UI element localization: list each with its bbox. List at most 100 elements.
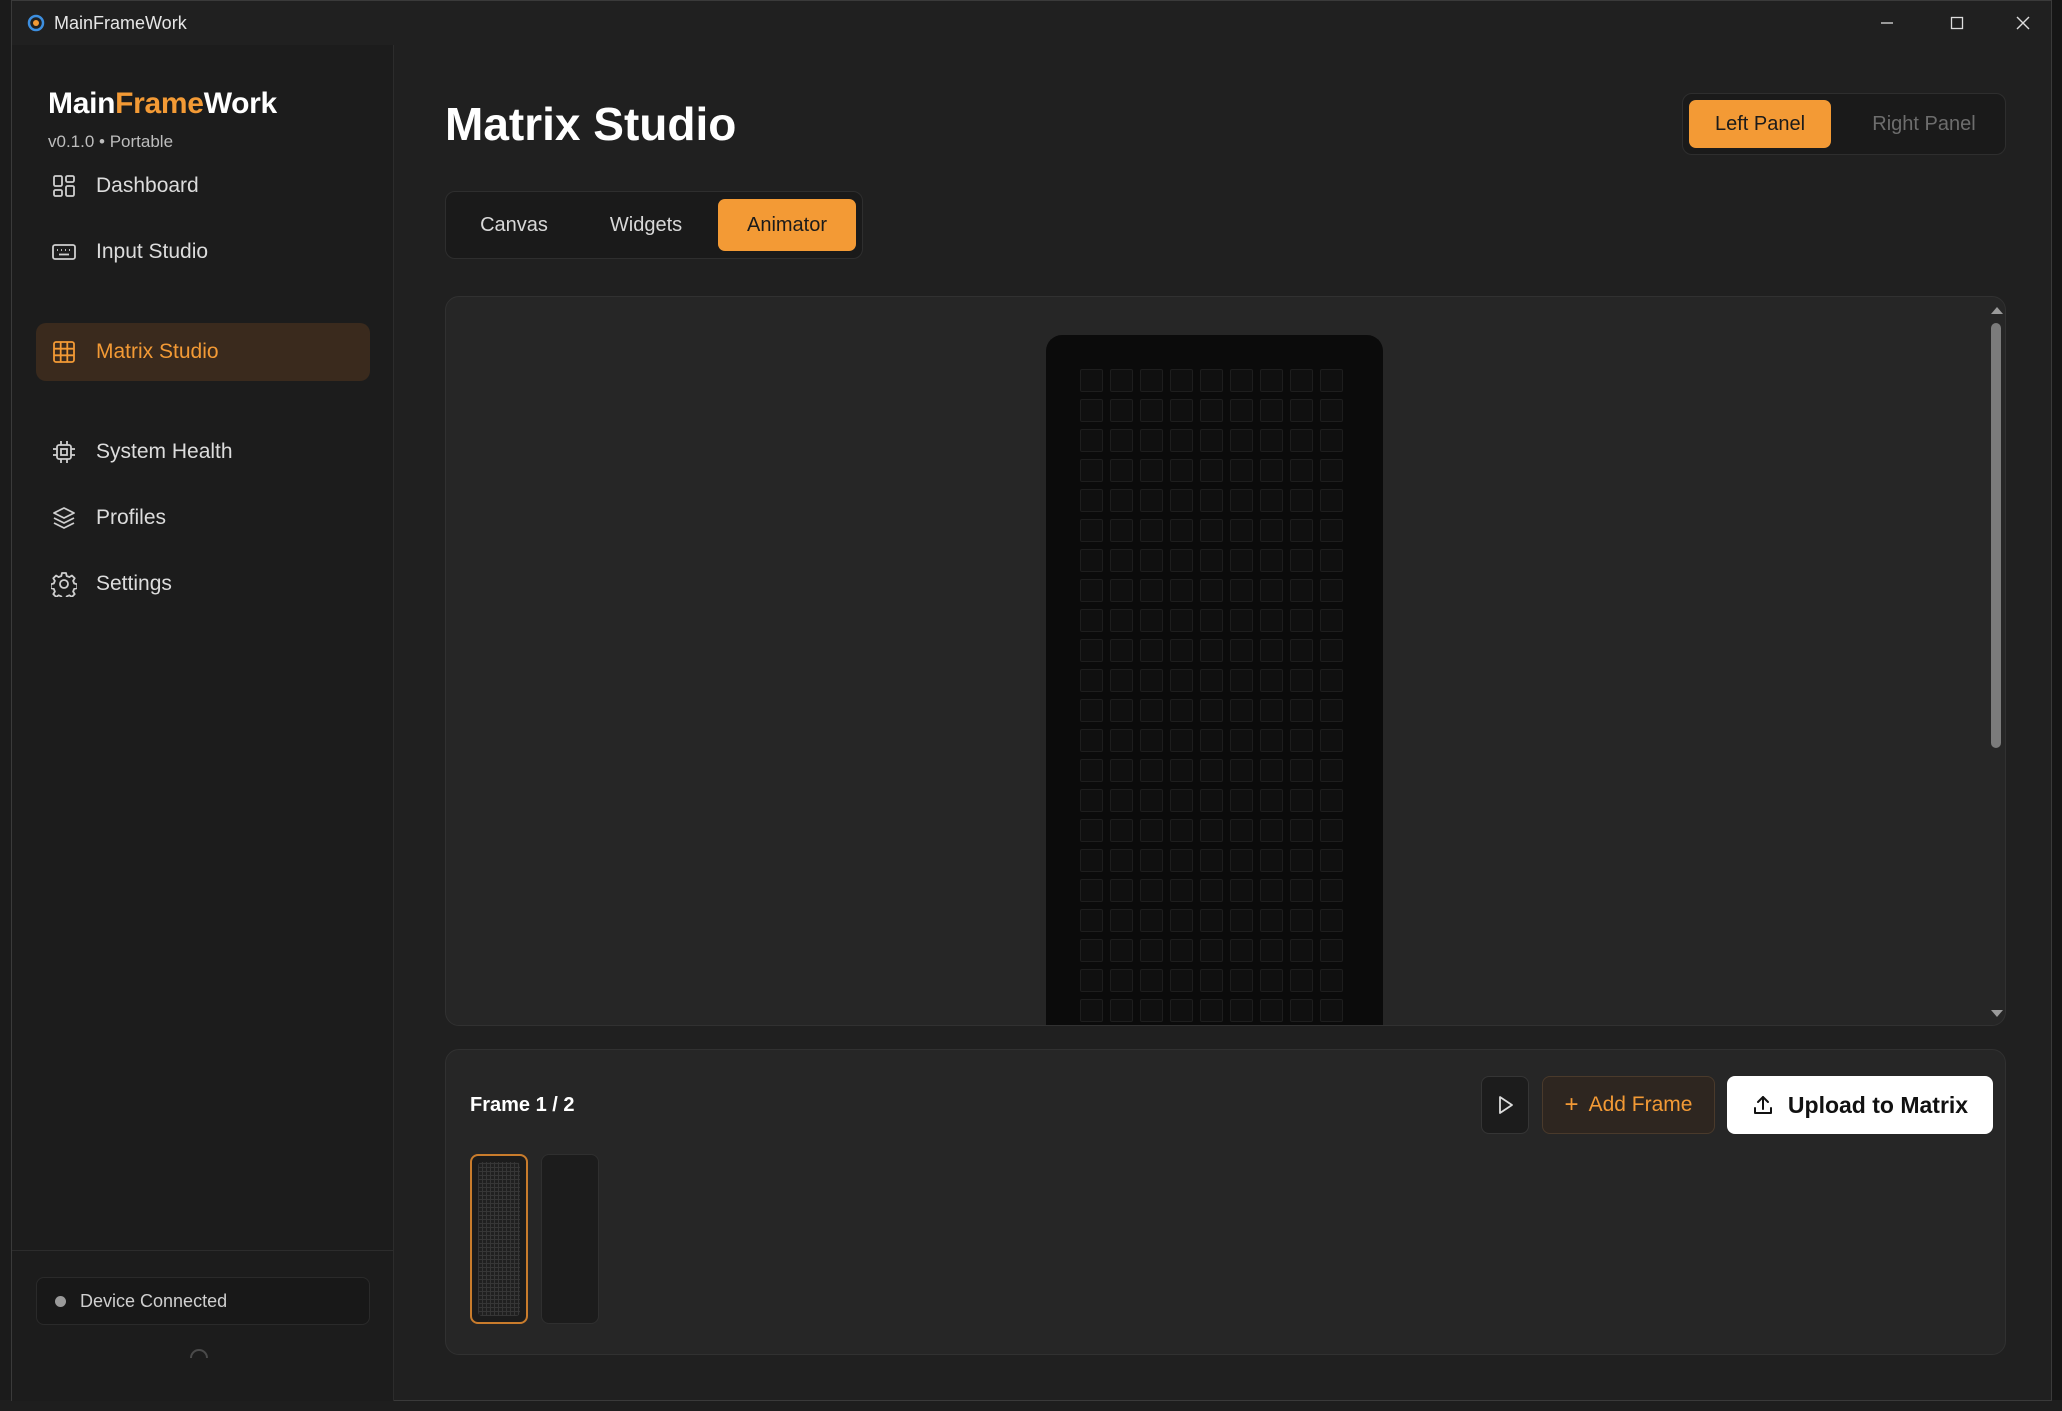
matrix-cell[interactable]	[1230, 969, 1253, 992]
matrix-cell[interactable]	[1170, 729, 1193, 752]
matrix-cell[interactable]	[1170, 849, 1193, 872]
matrix-cell[interactable]	[1320, 429, 1343, 452]
matrix-cell[interactable]	[1260, 399, 1283, 422]
matrix-cell[interactable]	[1140, 639, 1163, 662]
sidebar-item-input-studio[interactable]: Input Studio	[36, 223, 370, 281]
matrix-cell[interactable]	[1320, 999, 1343, 1022]
matrix-cell[interactable]	[1260, 549, 1283, 572]
matrix-cell[interactable]	[1140, 969, 1163, 992]
left-panel-button[interactable]: Left Panel	[1689, 100, 1831, 148]
matrix-cell[interactable]	[1260, 999, 1283, 1022]
matrix-cell[interactable]	[1290, 639, 1313, 662]
upload-to-matrix-button[interactable]: Upload to Matrix	[1727, 1076, 1993, 1134]
matrix-cell[interactable]	[1170, 519, 1193, 542]
matrix-cell[interactable]	[1230, 849, 1253, 872]
matrix-cell[interactable]	[1290, 789, 1313, 812]
matrix-cell[interactable]	[1230, 519, 1253, 542]
matrix-cell[interactable]	[1140, 759, 1163, 782]
matrix-cell[interactable]	[1290, 369, 1313, 392]
matrix-cell[interactable]	[1170, 759, 1193, 782]
matrix-cell[interactable]	[1140, 579, 1163, 602]
matrix-cell[interactable]	[1260, 849, 1283, 872]
matrix-cell[interactable]	[1290, 819, 1313, 842]
matrix-cell[interactable]	[1080, 369, 1103, 392]
matrix-cell[interactable]	[1290, 519, 1313, 542]
matrix-cell[interactable]	[1260, 369, 1283, 392]
matrix-cell[interactable]	[1320, 609, 1343, 632]
matrix-cell[interactable]	[1260, 489, 1283, 512]
matrix-cell[interactable]	[1290, 699, 1313, 722]
matrix-cell[interactable]	[1110, 459, 1133, 482]
scroll-down-arrow-icon[interactable]	[1989, 1007, 2005, 1021]
matrix-cell[interactable]	[1230, 489, 1253, 512]
matrix-cell[interactable]	[1200, 369, 1223, 392]
matrix-cell[interactable]	[1110, 369, 1133, 392]
matrix-cell[interactable]	[1140, 699, 1163, 722]
matrix-cell[interactable]	[1140, 789, 1163, 812]
matrix-cell[interactable]	[1320, 939, 1343, 962]
matrix-cell[interactable]	[1200, 519, 1223, 542]
sidebar-item-system-health[interactable]: System Health	[36, 423, 370, 481]
matrix-cell[interactable]	[1230, 819, 1253, 842]
matrix-cell[interactable]	[1320, 789, 1343, 812]
matrix-cell[interactable]	[1170, 999, 1193, 1022]
matrix-cell[interactable]	[1200, 549, 1223, 572]
matrix-cell[interactable]	[1110, 759, 1133, 782]
matrix-cell[interactable]	[1200, 489, 1223, 512]
matrix-cell[interactable]	[1320, 729, 1343, 752]
matrix-cell[interactable]	[1200, 879, 1223, 902]
matrix-cell[interactable]	[1260, 819, 1283, 842]
matrix-cell[interactable]	[1230, 399, 1253, 422]
matrix-cell[interactable]	[1290, 669, 1313, 692]
scroll-up-arrow-icon[interactable]	[1989, 303, 2005, 317]
matrix-cell[interactable]	[1230, 939, 1253, 962]
matrix-cell[interactable]	[1110, 879, 1133, 902]
matrix-cell[interactable]	[1170, 819, 1193, 842]
matrix-cell[interactable]	[1260, 459, 1283, 482]
matrix-cell[interactable]	[1260, 699, 1283, 722]
matrix-cell[interactable]	[1080, 969, 1103, 992]
matrix-cell[interactable]	[1290, 609, 1313, 632]
matrix-cell[interactable]	[1320, 969, 1343, 992]
matrix-cell[interactable]	[1260, 639, 1283, 662]
frame-thumbnail-2[interactable]	[541, 1154, 599, 1324]
matrix-cell[interactable]	[1170, 789, 1193, 812]
matrix-cell[interactable]	[1290, 549, 1313, 572]
matrix-cell[interactable]	[1080, 519, 1103, 542]
matrix-cell[interactable]	[1170, 969, 1193, 992]
matrix-cell[interactable]	[1080, 609, 1103, 632]
matrix-cell[interactable]	[1140, 459, 1163, 482]
matrix-cell[interactable]	[1230, 879, 1253, 902]
matrix-cell[interactable]	[1290, 939, 1313, 962]
matrix-cell[interactable]	[1140, 369, 1163, 392]
right-panel-button[interactable]: Right Panel	[1849, 100, 1999, 148]
matrix-cell[interactable]	[1230, 459, 1253, 482]
matrix-cell[interactable]	[1260, 789, 1283, 812]
matrix-cell[interactable]	[1290, 879, 1313, 902]
matrix-cell[interactable]	[1080, 849, 1103, 872]
matrix-cell[interactable]	[1170, 579, 1193, 602]
matrix-cell[interactable]	[1290, 849, 1313, 872]
matrix-cell[interactable]	[1200, 909, 1223, 932]
matrix-cell[interactable]	[1080, 879, 1103, 902]
matrix-cell[interactable]	[1230, 369, 1253, 392]
matrix-cell[interactable]	[1140, 399, 1163, 422]
matrix-cell[interactable]	[1230, 609, 1253, 632]
matrix-cell[interactable]	[1320, 459, 1343, 482]
matrix-cell[interactable]	[1200, 759, 1223, 782]
play-button[interactable]	[1481, 1076, 1529, 1134]
matrix-cell[interactable]	[1200, 429, 1223, 452]
matrix-cell[interactable]	[1080, 789, 1103, 812]
matrix-cell[interactable]	[1200, 669, 1223, 692]
matrix-cell[interactable]	[1080, 669, 1103, 692]
matrix-cell[interactable]	[1110, 609, 1133, 632]
matrix-cell[interactable]	[1230, 549, 1253, 572]
matrix-cell[interactable]	[1320, 639, 1343, 662]
matrix-cell[interactable]	[1200, 399, 1223, 422]
matrix-cell[interactable]	[1320, 369, 1343, 392]
matrix-cell[interactable]	[1260, 939, 1283, 962]
matrix-cell[interactable]	[1080, 699, 1103, 722]
matrix-cell[interactable]	[1170, 429, 1193, 452]
matrix-cell[interactable]	[1140, 819, 1163, 842]
title-bar[interactable]: MainFrameWork	[12, 1, 2051, 45]
